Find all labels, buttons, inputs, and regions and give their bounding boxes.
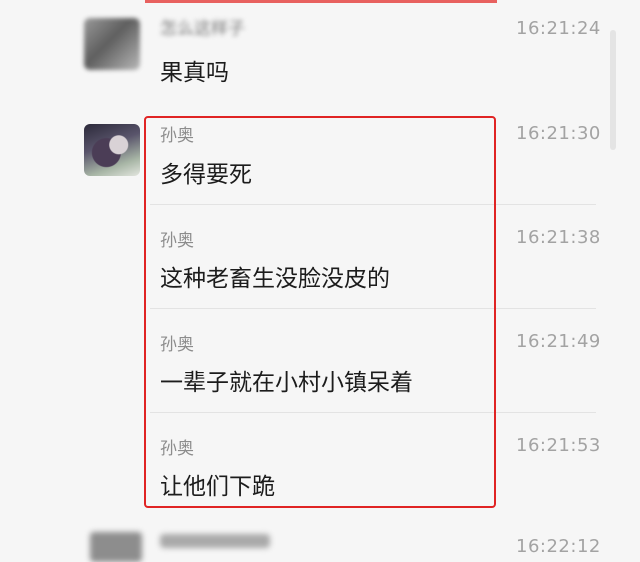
message-time: 16:21:24 [516,18,601,39]
message-text: 让他们下跪 [160,474,275,500]
chat-message-list: 怎么这样子 16:21:24 果真吗 孙奥 16:21:30 多得要死 孙奥 1… [0,0,640,562]
message-time: 16:21:53 [516,435,601,456]
top-highlight-edge [145,0,497,3]
sender-name: 孙奥 [160,231,194,251]
message-text: 一辈子就在小村小镇呆着 [160,370,413,396]
message-text: 多得要死 [160,162,252,188]
avatar[interactable] [84,124,140,176]
message-text: 果真吗 [160,60,229,86]
message-divider [150,204,596,205]
message-time: 16:21:30 [516,123,601,144]
sender-name: 孙奥 [160,126,194,146]
message-divider [150,412,596,413]
message-time: 16:21:49 [516,331,601,352]
sender-name: 孙奥 [160,439,194,459]
message-text: 这种老畜生没脸没皮的 [160,266,390,292]
sender-name: 怎么这样子 [160,19,245,39]
message-time: 16:21:38 [516,227,601,248]
avatar[interactable] [84,18,140,70]
scrollbar[interactable] [610,30,616,150]
blurred-avatar-and-name [90,524,290,562]
sender-name: 孙奥 [160,335,194,355]
message-divider [150,308,596,309]
